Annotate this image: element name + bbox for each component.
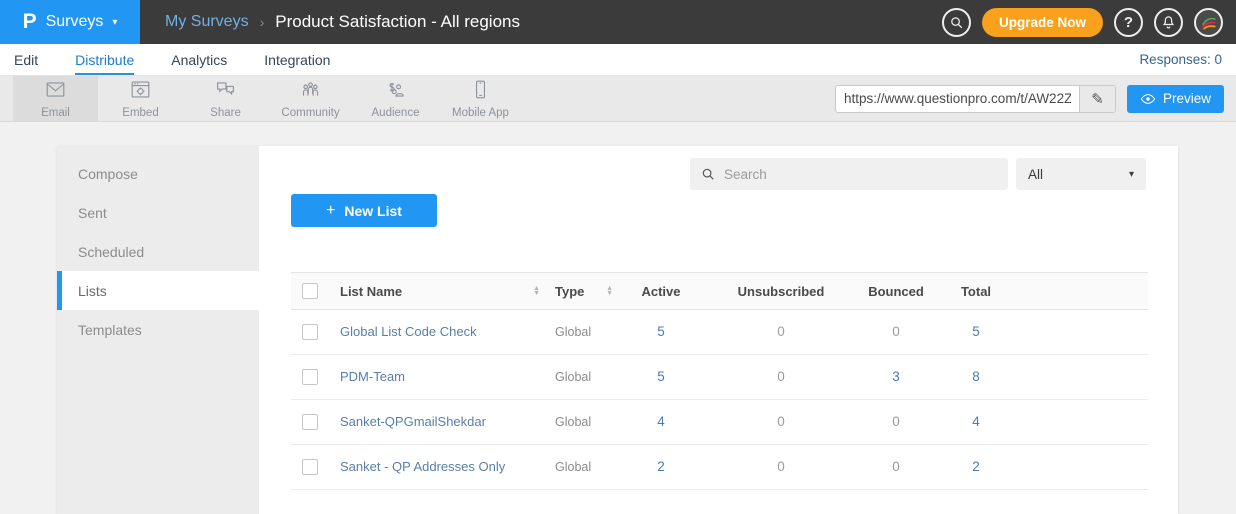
toolbar-item-mobile-app[interactable]: Mobile App (438, 76, 523, 121)
lists-content: All ▾ + New List List Name ▲▼ Type ▲▼ Ac… (259, 146, 1178, 514)
audience-icon (385, 79, 406, 105)
survey-section-tabs: Edit Distribute Analytics Integration Respo… (0, 44, 1236, 76)
list-type: Global (555, 370, 591, 384)
upgrade-now-button[interactable]: Upgrade Now (982, 8, 1103, 37)
sidebar-item-compose[interactable]: Compose (57, 154, 259, 193)
breadcrumb-separator: › (260, 14, 265, 30)
list-name-link[interactable]: Sanket-QPGmailShekdar (340, 414, 486, 429)
col-bounced: Bounced (861, 284, 931, 299)
tab-edit[interactable]: Edit (14, 44, 38, 75)
select-all-checkbox[interactable] (302, 283, 318, 299)
navbar-actions: Upgrade Now ? (942, 8, 1236, 37)
list-name-link[interactable]: Sanket - QP Addresses Only (340, 459, 505, 474)
table-row: Sanket - QP Addresses Only Global 2 0 0 … (291, 445, 1148, 490)
toolbar-item-audience[interactable]: Audience (353, 76, 438, 121)
table-row: Global List Code Check Global 5 0 0 5 (291, 310, 1148, 355)
page-title: Product Satisfaction - All regions (275, 12, 520, 32)
tab-integration[interactable]: Integration (264, 44, 330, 75)
share-icon (215, 79, 236, 105)
row-checkbox[interactable] (302, 369, 318, 385)
lists-table: List Name ▲▼ Type ▲▼ Active Unsubscribed… (291, 272, 1148, 490)
active-count[interactable]: 4 (657, 414, 665, 429)
edit-url-pencil-icon[interactable]: ✎ (1079, 86, 1115, 112)
unsubscribed-count: 0 (777, 414, 785, 429)
preview-button[interactable]: Preview (1127, 85, 1224, 113)
distribute-toolbar: Email Embed Share Community Audience Mob… (0, 76, 1236, 122)
survey-url-box: ✎ (835, 85, 1116, 113)
total-count[interactable]: 2 (972, 459, 980, 474)
table-row: Sanket-QPGmailShekdar Global 4 0 0 4 (291, 400, 1148, 445)
total-count[interactable]: 8 (972, 369, 980, 384)
list-search-box (690, 158, 1008, 190)
breadcrumb: My Surveys › Product Satisfaction - All … (165, 12, 520, 32)
col-unsubscribed: Unsubscribed (701, 284, 861, 299)
row-checkbox[interactable] (302, 414, 318, 430)
total-count[interactable]: 4 (972, 414, 980, 429)
list-type: Global (555, 325, 591, 339)
plus-icon: + (326, 202, 335, 220)
toolbar-item-community[interactable]: Community (268, 76, 353, 121)
active-count[interactable]: 5 (657, 324, 665, 339)
row-checkbox[interactable] (302, 324, 318, 340)
toolbar-item-embed[interactable]: Embed (98, 76, 183, 121)
sidebar-item-sent[interactable]: Sent (57, 193, 259, 232)
sort-icon[interactable]: ▲▼ (606, 286, 613, 296)
notifications-bell-icon[interactable] (1154, 8, 1183, 37)
bounced-count: 0 (892, 414, 900, 429)
chevron-down-icon: ▾ (1129, 169, 1134, 180)
list-type: Global (555, 415, 591, 429)
help-icon[interactable]: ? (1114, 8, 1143, 37)
col-total: Total (931, 284, 1021, 299)
sidebar-item-scheduled[interactable]: Scheduled (57, 232, 259, 271)
tab-distribute[interactable]: Distribute (75, 44, 134, 75)
list-search-input[interactable] (724, 167, 997, 182)
top-navbar: P Surveys ▾ My Surveys › Product Satisfa… (0, 0, 1236, 44)
unsubscribed-count: 0 (777, 369, 785, 384)
product-switcher[interactable]: P Surveys ▾ (0, 0, 140, 44)
row-checkbox[interactable] (302, 459, 318, 475)
bounced-count[interactable]: 3 (892, 369, 900, 384)
new-list-button[interactable]: + New List (291, 194, 437, 227)
chevron-down-icon: ▾ (112, 17, 117, 28)
toolbar-item-share[interactable]: Share (183, 76, 268, 121)
sidebar-item-templates[interactable]: Templates (57, 310, 259, 349)
total-count[interactable]: 5 (972, 324, 980, 339)
sort-icon[interactable]: ▲▼ (533, 286, 540, 296)
mobile-icon (470, 79, 491, 105)
embed-icon (130, 79, 151, 105)
toolbar-item-email[interactable]: Email (13, 76, 98, 121)
questionpro-logo-icon: P (23, 10, 37, 34)
unsubscribed-count: 0 (777, 459, 785, 474)
list-name-link[interactable]: PDM-Team (340, 369, 405, 384)
email-sidebar: ComposeSentScheduledListsTemplates (57, 146, 259, 514)
col-active: Active (621, 284, 701, 299)
unsubscribed-count: 0 (777, 324, 785, 339)
survey-link-group: ✎ Preview (835, 76, 1236, 121)
search-icon[interactable] (942, 8, 971, 37)
responses-count: Responses: 0 (1139, 52, 1222, 67)
active-count[interactable]: 2 (657, 459, 665, 474)
magnifier-icon (701, 167, 715, 181)
product-label: Surveys (46, 13, 104, 31)
tab-analytics[interactable]: Analytics (171, 44, 227, 75)
user-avatar[interactable] (1194, 8, 1223, 37)
active-count[interactable]: 5 (657, 369, 665, 384)
lists-table-header: List Name ▲▼ Type ▲▼ Active Unsubscribed… (291, 272, 1148, 310)
community-icon (300, 79, 321, 105)
col-list-name: List Name (340, 284, 402, 299)
list-name-link[interactable]: Global List Code Check (340, 324, 477, 339)
table-row: PDM-Team Global 5 0 3 8 (291, 355, 1148, 400)
list-type: Global (555, 460, 591, 474)
bounced-count: 0 (892, 324, 900, 339)
breadcrumb-my-surveys[interactable]: My Surveys (165, 13, 249, 31)
sidebar-item-lists[interactable]: Lists (57, 271, 259, 310)
envelope-icon (45, 79, 66, 105)
eye-icon (1140, 91, 1156, 107)
survey-url-input[interactable] (836, 86, 1079, 112)
list-filter-dropdown[interactable]: All ▾ (1016, 158, 1146, 190)
col-type: Type (555, 284, 584, 299)
bounced-count: 0 (892, 459, 900, 474)
email-lists-panel: ComposeSentScheduledListsTemplates All ▾… (57, 146, 1178, 514)
